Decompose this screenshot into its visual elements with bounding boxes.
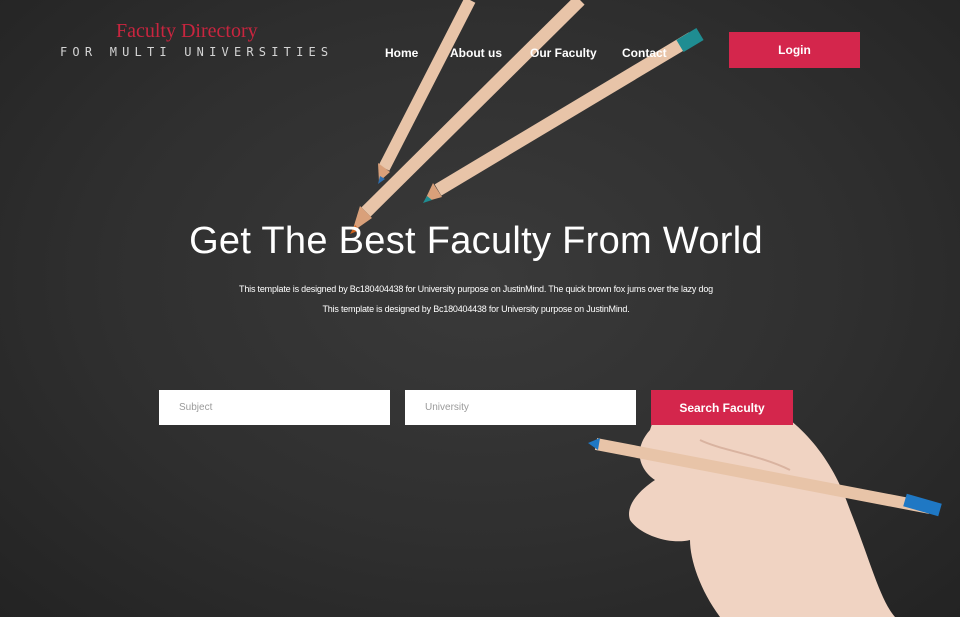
hero-description-line-2: This template is designed by Bc180404438… <box>322 304 630 314</box>
nav-link-our-faculty[interactable]: Our Faculty <box>530 46 597 60</box>
nav-link-home[interactable]: Home <box>385 46 418 60</box>
pencil-illustration <box>350 0 585 234</box>
university-placeholder: University <box>425 402 469 413</box>
logo-title: Faculty Directory <box>116 20 258 42</box>
nav-link-about-us[interactable]: About us <box>450 46 502 60</box>
subject-placeholder: Subject <box>179 402 213 413</box>
nav-link-contact[interactable]: Contact <box>622 46 667 60</box>
university-input[interactable]: University <box>405 390 636 425</box>
search-faculty-button[interactable]: Search Faculty <box>651 390 793 425</box>
login-button[interactable]: Login <box>729 32 860 68</box>
hero-title: Get The Best Faculty From World <box>189 220 763 262</box>
subject-input[interactable]: Subject <box>159 390 390 425</box>
hero-description-line-1: This template is designed by Bc180404438… <box>239 284 713 294</box>
hand-illustration <box>588 391 942 617</box>
logo-subtitle: FOR MULTI UNIVERSITIES <box>60 45 334 59</box>
